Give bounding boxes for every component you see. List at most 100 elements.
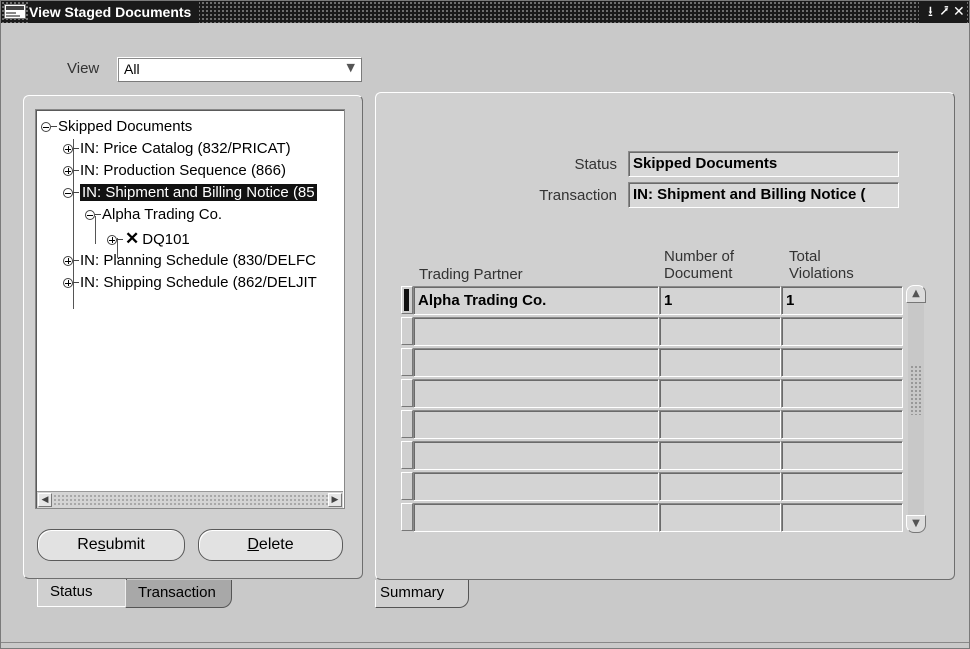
cell-total-violations[interactable]: [781, 348, 903, 377]
expand-icon[interactable]: [107, 235, 117, 245]
scroll-right-icon[interactable]: ▶: [328, 493, 342, 507]
view-label: View: [67, 60, 100, 77]
cell-number-of-document[interactable]: [659, 503, 781, 532]
expand-icon[interactable]: [63, 278, 73, 288]
cell-number-of-document[interactable]: [659, 441, 781, 470]
tree-connector: [51, 126, 57, 127]
cell-total-violations[interactable]: [781, 472, 903, 501]
tab-transaction[interactable]: Transaction: [125, 580, 232, 608]
delete-button[interactable]: Delete: [198, 529, 343, 561]
row-indicator[interactable]: [401, 503, 413, 531]
close-icon[interactable]: ✕: [953, 1, 967, 23]
tab-summary[interactable]: Summary: [375, 580, 469, 608]
resubmit-button[interactable]: Resubmit: [37, 529, 185, 561]
cell-number-of-document[interactable]: 1: [659, 286, 781, 315]
cell-trading-partner[interactable]: [413, 379, 659, 408]
cell-trading-partner[interactable]: [413, 348, 659, 377]
expand-icon[interactable]: [63, 144, 73, 154]
cell-number-of-document[interactable]: [659, 379, 781, 408]
col-header-trading-partner: Trading Partner: [419, 266, 523, 283]
cell-trading-partner[interactable]: [413, 472, 659, 501]
table-row[interactable]: [401, 502, 906, 533]
transaction-label: Transaction: [539, 187, 617, 204]
divider: [1, 642, 969, 643]
cell-number-of-document[interactable]: [659, 317, 781, 346]
minimize-icon[interactable]: ⭳: [925, 1, 939, 23]
transaction-field[interactable]: IN: Shipment and Billing Notice (: [628, 182, 899, 208]
scroll-up-icon[interactable]: ▲: [906, 285, 926, 303]
scroll-thumb[interactable]: [53, 494, 335, 506]
tree-root-skipped-documents[interactable]: Skipped Documents: [41, 116, 192, 138]
expand-icon[interactable]: [63, 166, 73, 176]
col-header-total-violations: Total Violations: [789, 248, 854, 282]
maximize-icon[interactable]: ⭷: [939, 1, 953, 23]
row-indicator[interactable]: [401, 410, 413, 438]
cell-number-of-document[interactable]: [659, 472, 781, 501]
scroll-thumb[interactable]: [910, 365, 922, 415]
row-indicator[interactable]: [401, 348, 413, 376]
collapse-icon[interactable]: [63, 188, 73, 198]
document-tree[interactable]: Skipped Documents IN: Price Catalog (832…: [35, 109, 345, 509]
cell-number-of-document[interactable]: [659, 410, 781, 439]
row-indicator[interactable]: [401, 441, 413, 469]
tree-connector: [73, 192, 79, 193]
window-title: View Staged Documents: [29, 1, 200, 23]
cell-trading-partner[interactable]: [413, 317, 659, 346]
cell-total-violations[interactable]: [781, 410, 903, 439]
tree-item-production-sequence[interactable]: IN: Production Sequence (866): [63, 160, 286, 182]
scroll-down-icon[interactable]: ▼: [906, 515, 926, 533]
tree-item-shipment-billing-notice[interactable]: IN: Shipment and Billing Notice (85: [63, 182, 317, 204]
cell-total-violations[interactable]: [781, 317, 903, 346]
row-indicator[interactable]: [401, 286, 413, 314]
collapse-icon[interactable]: [41, 122, 51, 132]
table-vertical-scrollbar[interactable]: ▲ ▼: [906, 285, 926, 533]
col-header-number-of-document: Number of Document: [664, 248, 735, 282]
status-label: Status: [574, 156, 617, 173]
chevron-down-icon[interactable]: ▼: [347, 61, 355, 74]
cell-total-violations[interactable]: 1: [781, 286, 903, 315]
row-indicator[interactable]: [401, 317, 413, 345]
tree-connector: [73, 260, 79, 261]
cell-trading-partner[interactable]: [413, 503, 659, 532]
table-row[interactable]: [401, 316, 906, 347]
error-x-icon: ✕: [125, 229, 140, 248]
cell-total-violations[interactable]: [781, 441, 903, 470]
table-row[interactable]: [401, 378, 906, 409]
tab-status[interactable]: Status: [37, 579, 127, 607]
app-icon: [4, 4, 26, 19]
table-row[interactable]: [401, 471, 906, 502]
expand-icon[interactable]: [63, 256, 73, 266]
window-controls: ⭳ ⭷✕: [919, 1, 967, 23]
staged-documents-window: View Staged Documents ⭳ ⭷✕ View All ▼ Ski…: [0, 0, 970, 649]
cell-number-of-document[interactable]: [659, 348, 781, 377]
table-row[interactable]: [401, 440, 906, 471]
tree-connector: [73, 170, 79, 171]
row-indicator[interactable]: [401, 472, 413, 500]
tree-item-dq101[interactable]: ✕ DQ101: [107, 228, 190, 250]
tree-item-shipping-schedule[interactable]: IN: Shipping Schedule (862/DELJIT: [63, 272, 317, 294]
table-row[interactable]: [401, 409, 906, 440]
status-field[interactable]: Skipped Documents: [628, 151, 899, 177]
cell-trading-partner[interactable]: [413, 441, 659, 470]
table-row[interactable]: Alpha Trading Co. 1 1: [401, 285, 906, 316]
tree-connector: [73, 148, 79, 149]
cell-total-violations[interactable]: [781, 379, 903, 408]
cell-trading-partner[interactable]: [413, 410, 659, 439]
view-dropdown-value: All: [124, 61, 140, 77]
tree-connector: [73, 282, 79, 283]
row-indicator[interactable]: [401, 379, 413, 407]
collapse-icon[interactable]: [85, 210, 95, 220]
tree-item-planning-schedule[interactable]: IN: Planning Schedule (830/DELFC: [63, 250, 316, 272]
tree-horizontal-scrollbar[interactable]: ◀ ▶: [37, 491, 343, 508]
title-bar[interactable]: View Staged Documents ⭳ ⭷✕: [1, 1, 969, 23]
scroll-left-icon[interactable]: ◀: [38, 493, 52, 507]
tree-connector: [117, 239, 123, 240]
cell-total-violations[interactable]: [781, 503, 903, 532]
cell-trading-partner[interactable]: Alpha Trading Co.: [413, 286, 659, 315]
tree-item-alpha-trading[interactable]: Alpha Trading Co.: [85, 204, 222, 226]
tree-item-price-catalog[interactable]: IN: Price Catalog (832/PRICAT): [63, 138, 291, 160]
table-row[interactable]: [401, 347, 906, 378]
view-dropdown[interactable]: All ▼: [117, 57, 362, 82]
summary-table: Alpha Trading Co. 1 1: [401, 285, 906, 533]
tree-connector: [95, 214, 101, 215]
